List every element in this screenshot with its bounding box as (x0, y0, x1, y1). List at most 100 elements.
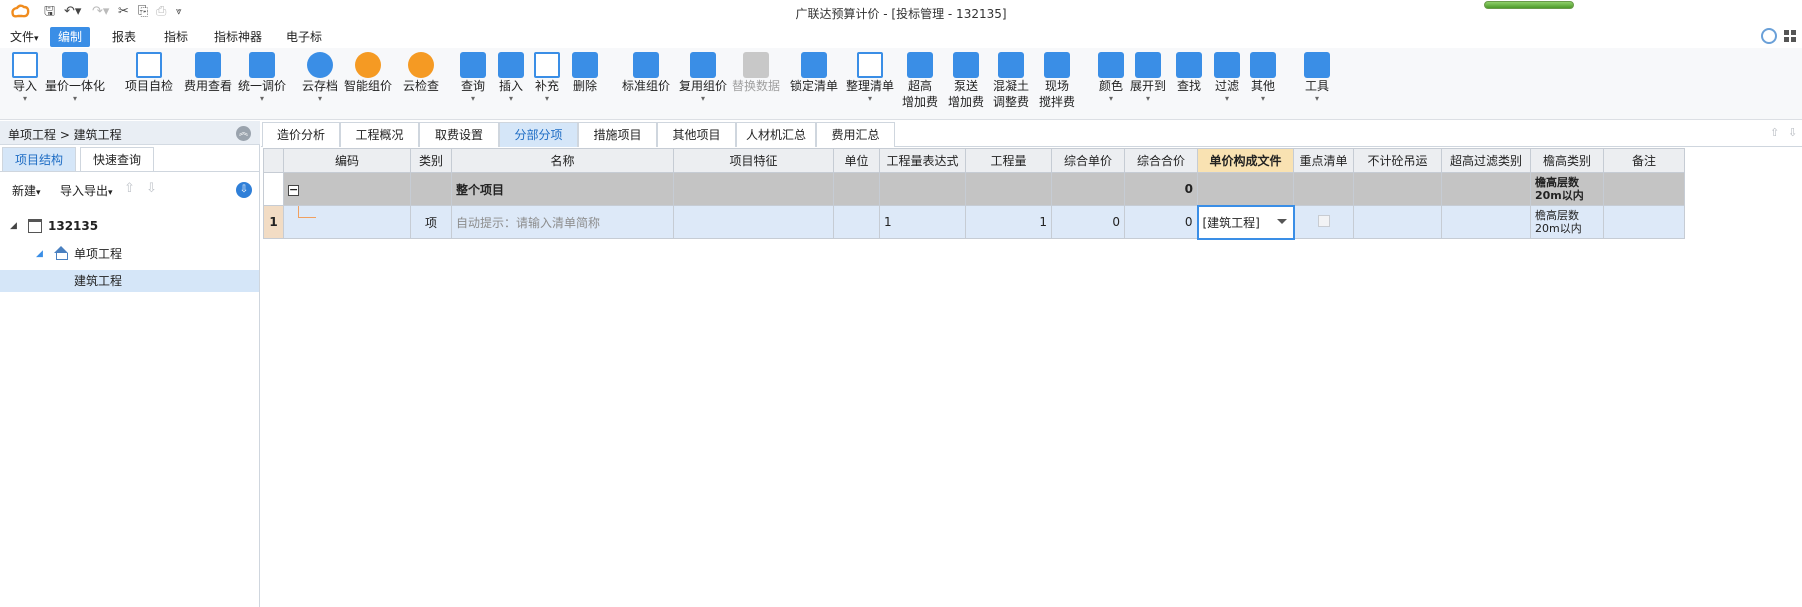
self-check-button[interactable]: 项目自检 (123, 52, 175, 94)
header-super-high-filter[interactable]: 超高过滤类别 (1441, 148, 1531, 173)
total-price-cell[interactable]: 0 (1124, 172, 1198, 206)
other-button[interactable]: 其他 ▾ (1248, 52, 1278, 104)
category-cell[interactable]: 项 (410, 205, 452, 239)
standard-price-button[interactable]: 标准组价 (620, 52, 672, 94)
tab-project-structure[interactable]: 项目结构 (2, 147, 77, 171)
price-integration-button[interactable]: 量价一体化 ▾ (44, 52, 106, 104)
move-down-icon[interactable]: ⇩ (146, 181, 157, 196)
unit-cell[interactable] (833, 205, 880, 239)
header-quantity-expr[interactable]: 工程量表达式 (879, 148, 966, 173)
query-button[interactable]: 查询 ▾ (458, 52, 488, 104)
row-number[interactable]: 1 (263, 205, 284, 239)
apps-grid-icon[interactable] (1784, 30, 1796, 42)
collapse-panel-icon[interactable]: ︽ (236, 126, 251, 141)
header-remarks[interactable]: 备注 (1603, 148, 1685, 173)
tab-other-items[interactable]: 其他项目 (657, 122, 736, 147)
key-list-checkbox[interactable] (1317, 214, 1330, 227)
no-concrete-lift-cell[interactable] (1353, 205, 1442, 239)
color-button[interactable]: 颜色 ▾ (1096, 52, 1126, 104)
remarks-cell[interactable] (1603, 205, 1685, 239)
import-button[interactable]: 导入 ▾ (10, 52, 40, 104)
tab-measure-items[interactable]: 措施项目 (578, 122, 657, 147)
header-price-file[interactable]: 单价构成文件 (1197, 148, 1294, 173)
super-high-filter-cell[interactable] (1441, 205, 1531, 239)
total-name-cell[interactable]: 整个项目 (451, 172, 674, 206)
header-key-list[interactable]: 重点清单 (1293, 148, 1354, 173)
key-list-cell[interactable] (1293, 205, 1354, 239)
menu-index-tool[interactable]: 指标神器 (206, 27, 270, 47)
menu-file[interactable]: 文件▾ (2, 27, 47, 47)
header-total-price[interactable]: 综合合价 (1124, 148, 1198, 173)
tab-labor-material-summary[interactable]: 人材机汇总 (736, 122, 816, 147)
import-export-button[interactable]: 导入导出▾ (60, 182, 113, 199)
super-high-fee-button[interactable]: 超高 增加费 (900, 52, 940, 110)
header-corner (263, 148, 284, 173)
organize-list-button[interactable]: 整理清单 ▾ (844, 52, 896, 104)
unified-price-button[interactable]: 统一调价 ▾ (236, 52, 288, 104)
tab-fee-summary[interactable]: 费用汇总 (816, 122, 895, 147)
cloud-check-button[interactable]: 云检查 (400, 52, 442, 94)
expand-to-button[interactable]: 展开到 ▾ (1128, 52, 1168, 104)
quantity-cell[interactable]: 1 (965, 205, 1052, 239)
quantity-expr-cell[interactable]: 1 (879, 205, 966, 239)
total-eave-cell[interactable]: 檐高层数20m以内 (1530, 172, 1604, 206)
lock-list-button[interactable]: 锁定清单 (788, 52, 840, 94)
name-cell[interactable]: 自动提示：请输入清单简称 (451, 205, 674, 239)
code-cell[interactable] (283, 205, 411, 239)
delete-button[interactable]: 删除 (570, 52, 600, 94)
menu-index[interactable]: 指标 (156, 27, 196, 47)
expand-tree-icon (1135, 52, 1161, 78)
move-up-icon[interactable]: ⇧ (124, 181, 135, 196)
cloud-save-button[interactable]: 云存档 ▾ (300, 52, 340, 104)
header-unit[interactable]: 单位 (833, 148, 880, 173)
find-button[interactable]: 查找 (1174, 52, 1204, 94)
collapse-minus-icon[interactable]: − (288, 184, 299, 196)
tab-quick-query[interactable]: 快速查询 (80, 147, 155, 171)
eave-category-cell[interactable]: 檐高层数20m以内 (1530, 205, 1604, 239)
header-no-concrete-lift[interactable]: 不计砼吊运 (1353, 148, 1442, 173)
total-price-cell[interactable]: 0 (1124, 205, 1198, 239)
tools-button[interactable]: 工具 ▾ (1302, 52, 1332, 104)
chevron-down-icon[interactable] (1276, 218, 1287, 224)
header-quantity[interactable]: 工程量 (965, 148, 1052, 173)
price-file-select[interactable]: [建筑工程] (1196, 204, 1295, 240)
table-row-total[interactable]: − 整个项目 0 檐高层数20m以内 (263, 172, 1685, 206)
fee-view-button[interactable]: 费用查看 (182, 52, 234, 94)
collapse-triangle-icon[interactable]: ◢ (10, 215, 17, 237)
tab-project-overview[interactable]: 工程概况 (340, 122, 419, 147)
collapse-triangle-icon[interactable]: ◢ (36, 243, 43, 265)
project-structure-panel: 单项工程 > 建筑工程 ︽ 项目结构 快速查询 新建▾ 导入导出▾ ⇧ ⇩ ⇩ … (0, 121, 260, 607)
smart-price-button[interactable]: 智能组价 (342, 52, 394, 94)
replace-data-button[interactable]: 替换数据 (730, 52, 782, 94)
tree-item-single-project[interactable]: ◢ 单项工程 (0, 243, 259, 265)
concrete-adjust-button[interactable]: 混凝土 调整费 (990, 52, 1032, 110)
new-button[interactable]: 新建▾ (12, 182, 41, 199)
tab-cost-analysis[interactable]: 造价分析 (262, 122, 340, 147)
tab-fee-settings[interactable]: 取费设置 (419, 122, 499, 147)
user-avatar-icon[interactable] (1761, 28, 1777, 44)
supplement-button[interactable]: 补充 ▾ (532, 52, 562, 104)
menu-report[interactable]: 报表 (104, 27, 144, 47)
filter-button[interactable]: 过滤 ▾ (1212, 52, 1242, 104)
header-unit-price[interactable]: 综合单价 (1051, 148, 1125, 173)
header-category[interactable]: 类别 (410, 148, 452, 173)
header-name[interactable]: 名称 (451, 148, 674, 173)
tab-sub-items[interactable]: 分部分项 (499, 122, 578, 147)
header-features[interactable]: 项目特征 (673, 148, 834, 173)
unit-price-cell[interactable]: 0 (1051, 205, 1125, 239)
tree-item-project[interactable]: ◢ 132135 (0, 215, 259, 237)
features-cell[interactable] (673, 205, 834, 239)
header-code[interactable]: 编码 (283, 148, 411, 173)
pump-fee-button[interactable]: 泵送 增加费 (946, 52, 986, 110)
insert-button[interactable]: 插入 ▾ (496, 52, 526, 104)
menu-edit[interactable]: 编制 (50, 27, 91, 47)
table-row[interactable]: 1 项 自动提示：请输入清单简称 1 1 0 0 [建筑工程] 檐高层数20m以… (263, 204, 1685, 240)
tree-item-building-project[interactable]: 建筑工程 (0, 270, 259, 292)
header-eave-category[interactable]: 檐高类别 (1530, 148, 1604, 173)
site-mixing-button[interactable]: 现场 搅拌费 (1036, 52, 1078, 110)
nav-down-icon[interactable]: ⇩ (1788, 126, 1797, 139)
nav-up-icon[interactable]: ⇧ (1770, 126, 1779, 139)
download-icon[interactable]: ⇩ (236, 182, 252, 198)
menu-e-bid[interactable]: 电子标 (278, 27, 330, 47)
reuse-price-button[interactable]: 复用组价 ▾ (677, 52, 729, 104)
